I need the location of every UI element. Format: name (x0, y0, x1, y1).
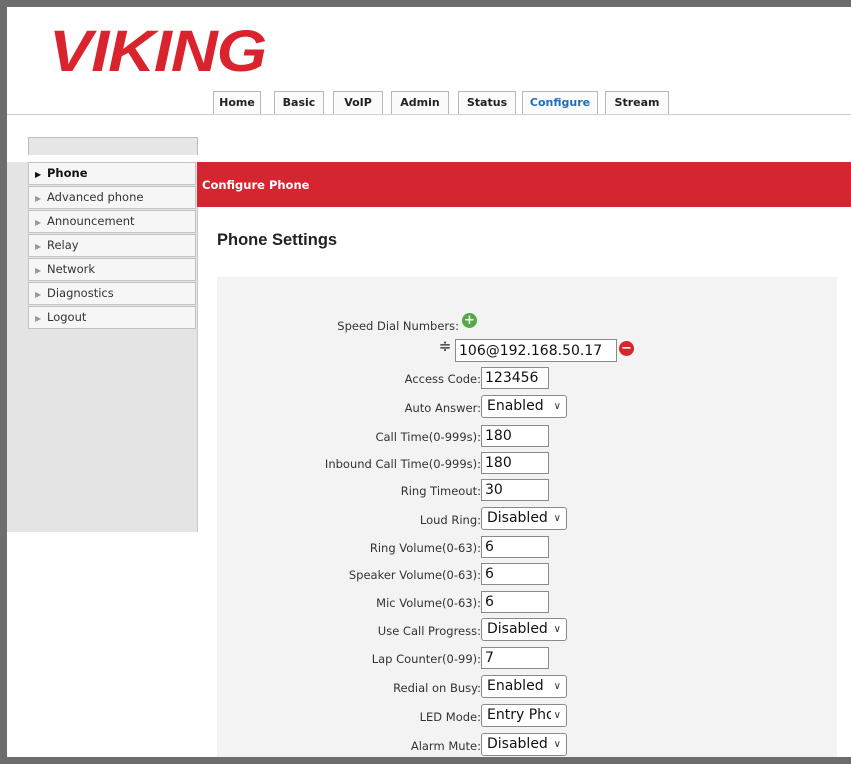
select-value: Disabled (487, 510, 548, 526)
sidebar-item-label: Phone (47, 166, 88, 180)
browser-page: VIKING Home Basic VoIP Admin Status Conf… (7, 7, 851, 757)
sidebar-header (28, 137, 198, 155)
led-mode-select[interactable]: Entry Phone∨ (481, 704, 567, 727)
tab-voip[interactable]: VoIP (333, 91, 383, 114)
chevron-down-icon: ∨ (553, 513, 561, 524)
mic-volume-label: Mic Volume(0-63): (376, 596, 481, 610)
access-code-input[interactable] (481, 367, 549, 389)
tabs-divider (7, 114, 851, 115)
sidebar-item-phone[interactable]: ▶ Phone (28, 162, 196, 185)
viking-logo: VIKING (49, 19, 267, 84)
mic-volume-input[interactable] (481, 591, 549, 613)
chevron-down-icon: ∨ (553, 739, 561, 750)
triangle-right-icon: ▶ (35, 290, 42, 299)
select-value: Disabled (487, 736, 548, 752)
plus-circle-icon: + (464, 313, 475, 328)
chevron-down-icon: ∨ (553, 401, 561, 412)
inbound-call-time-label: Inbound Call Time(0-999s): (324, 457, 481, 471)
sidebar-item-label: Announcement (47, 214, 135, 228)
sidebar-item-advanced-phone[interactable]: ▶ Advanced phone (28, 186, 196, 209)
alarm-mute-label: Alarm Mute: (410, 739, 481, 753)
sidebar-item-label: Advanced phone (47, 190, 144, 204)
ring-volume-label: Ring Volume(0-63): (369, 541, 481, 555)
speaker-volume-input[interactable] (481, 563, 549, 585)
tab-basic[interactable]: Basic (274, 91, 324, 114)
call-time-label: Call Time(0-999s): (375, 430, 481, 444)
loud-ring-select[interactable]: Disabled ∨ (481, 507, 567, 530)
tab-home[interactable]: Home (213, 91, 261, 114)
sidebar-item-label: Diagnostics (47, 286, 114, 300)
tab-configure[interactable]: Configure (522, 91, 598, 114)
select-value: Disabled (487, 621, 548, 637)
led-mode-label: LED Mode: (419, 710, 481, 724)
chevron-down-icon: ∨ (553, 710, 561, 721)
alarm-mute-select[interactable]: Disabled ∨ (481, 733, 567, 756)
select-value: Entry Phone (487, 707, 551, 723)
sidebar-item-label: Logout (47, 310, 87, 324)
sidebar-item-label: Relay (47, 238, 79, 252)
triangle-right-icon: ▶ (35, 218, 42, 227)
configure-header-bar: Configure Phone (197, 162, 851, 207)
chevron-down-icon: ∨ (553, 681, 561, 692)
sidebar-item-network[interactable]: ▶ Network (28, 258, 196, 281)
sidebar-item-relay[interactable]: ▶ Relay (28, 234, 196, 257)
ring-timeout-label: Ring Timeout: (400, 484, 481, 498)
triangle-right-icon: ▶ (35, 266, 42, 275)
select-value: Enabled (487, 398, 544, 414)
access-code-label: Access Code: (404, 372, 481, 386)
add-speed-dial-button[interactable]: + (462, 313, 477, 328)
speed-dial-input[interactable] (455, 339, 617, 362)
use-call-progress-label: Use Call Progress: (377, 624, 481, 638)
ring-volume-input[interactable] (481, 536, 549, 558)
page-title: Phone Settings (217, 231, 338, 249)
sidebar-item-label: Network (47, 262, 96, 276)
triangle-right-icon: ▶ (35, 242, 42, 251)
speaker-volume-label: Speaker Volume(0-63): (348, 568, 481, 582)
drag-handle-icon[interactable]: ≑ (437, 337, 453, 355)
redial-on-busy-label: Redial on Busy: (393, 681, 481, 695)
triangle-right-icon: ▶ (35, 314, 42, 323)
lap-counter-label: Lap Counter(0-99): (371, 652, 481, 666)
auto-answer-label: Auto Answer: (404, 401, 481, 415)
tab-status[interactable]: Status (458, 91, 516, 114)
triangle-right-icon: ▶ (35, 194, 42, 203)
call-time-input[interactable] (481, 425, 549, 447)
speed-dial-label: Speed Dial Numbers: (337, 319, 459, 333)
minus-circle-icon: − (621, 341, 632, 356)
use-call-progress-select[interactable]: Disabled ∨ (481, 618, 567, 641)
inbound-call-time-input[interactable] (481, 452, 549, 474)
auto-answer-select[interactable]: Enabled ∨ (481, 395, 567, 418)
sidebar-item-logout[interactable]: ▶ Logout (28, 306, 196, 329)
redial-on-busy-select[interactable]: Enabled ∨ (481, 675, 567, 698)
ring-timeout-input[interactable] (481, 479, 549, 501)
sidebar-item-announcement[interactable]: ▶ Announcement (28, 210, 196, 233)
select-value: Enabled (487, 678, 544, 694)
tab-stream[interactable]: Stream (605, 91, 669, 114)
sidebar-item-diagnostics[interactable]: ▶ Diagnostics (28, 282, 196, 305)
tab-admin[interactable]: Admin (391, 91, 449, 114)
lap-counter-input[interactable] (481, 647, 549, 669)
triangle-right-icon: ▶ (35, 170, 42, 179)
chevron-down-icon: ∨ (553, 624, 561, 635)
remove-speed-dial-button[interactable]: − (619, 341, 634, 356)
header-bar-title: Configure Phone (202, 178, 310, 192)
loud-ring-label: Loud Ring: (419, 513, 481, 527)
